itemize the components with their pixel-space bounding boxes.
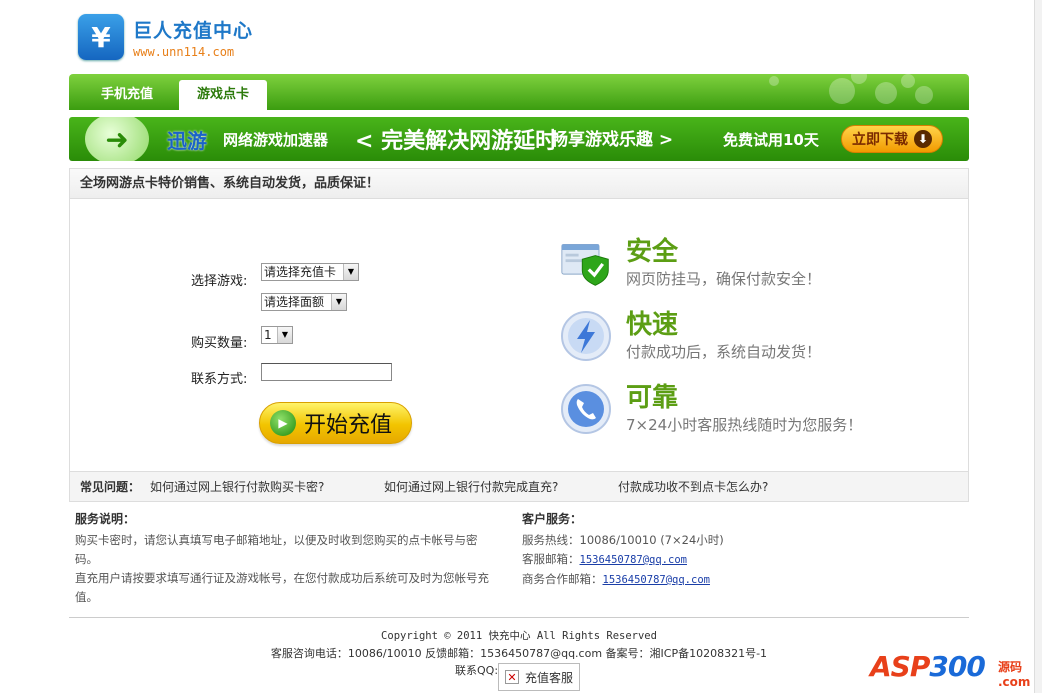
site-title: 巨人充值中心: [133, 19, 254, 42]
chevron-down-icon: ▼: [331, 294, 346, 310]
feature-fast-desc: 付款成功后，系统自动发货！: [626, 343, 822, 361]
footer-contact: 客服咨询电话：10086/10010 反馈邮箱：1536450787@qq.co…: [270, 647, 768, 660]
support-info: 客户服务： 服务热线：10086/10010 (7×24小时) 客服邮箱：153…: [522, 510, 822, 590]
recharge-panel: 全场网游点卡特价销售、系统自动发货，品质保证！ 选择游戏: 请选择充值卡 ▼ 请…: [69, 168, 969, 502]
watermark-domain: .com: [998, 675, 1031, 689]
feature-reliable-title: 可靠: [626, 383, 679, 413]
lightning-icon: [560, 310, 612, 362]
faq-link-2[interactable]: 如何通过网上银行付款完成直充?: [384, 472, 558, 502]
support-email-label: 客服邮箱：: [522, 552, 580, 566]
chevron-down-icon: ▼: [343, 264, 358, 280]
banner-brand: 迅游: [167, 129, 207, 153]
download-button[interactable]: 立即下载 ⬇: [841, 125, 943, 153]
watermark-brand-a: ASP: [870, 650, 930, 683]
watermark-sub: 源码 .com: [998, 658, 1030, 689]
service-title: 服务说明：: [75, 512, 136, 526]
feature-reliable-desc: 7×24小时客服热线随时为您服务！: [626, 416, 863, 434]
tab-game-card[interactable]: 游戏点卡: [179, 80, 267, 110]
shield-check-icon: [560, 237, 612, 289]
start-recharge-label: 开始充值: [304, 413, 393, 438]
yen-icon: ¥: [78, 14, 124, 60]
faq-title: 常见问题：: [80, 480, 141, 494]
page: ¥ 巨人充值中心 www.unn114.com 手机充值 游戏点卡 ➜ 迅游 网…: [0, 0, 1042, 693]
game-label: 选择游戏:: [191, 274, 248, 289]
banner-slogan-2: 畅享游戏乐趣 >: [551, 130, 674, 150]
feature-fast: 快速 付款成功后，系统自动发货！: [560, 310, 821, 362]
site-logo[interactable]: ¥ 巨人充值中心 www.unn114.com: [78, 14, 253, 60]
main-nav: 手机充值 游戏点卡: [69, 74, 969, 110]
play-icon: ▶: [270, 410, 296, 436]
banner-trial: 免费试用10天: [723, 131, 819, 149]
arrow-icon: ➜: [85, 117, 149, 161]
contact-input[interactable]: [261, 363, 392, 381]
watermark-logo: ASP300: [870, 650, 986, 683]
broken-image-icon: ✕: [505, 670, 519, 684]
banner-slogan-1: < 完美解决网游延时: [355, 129, 558, 154]
faq-link-1[interactable]: 如何通过网上银行付款购买卡密?: [150, 472, 324, 502]
watermark-brand-b: 300: [929, 650, 985, 683]
start-recharge-button[interactable]: ▶ 开始充值: [259, 402, 412, 444]
contact-label: 联系方式:: [191, 372, 248, 387]
chevron-down-icon: ▼: [277, 327, 292, 343]
download-arrow-icon: ⬇: [914, 130, 932, 148]
footer-divider: [69, 617, 969, 618]
ad-banner[interactable]: ➜ 迅游 网络游戏加速器 < 完美解决网游延时 畅享游戏乐趣 > 免费试用10天…: [69, 117, 969, 161]
support-title: 客户服务：: [522, 512, 583, 526]
support-biz-label: 商务合作邮箱：: [522, 572, 603, 586]
feature-safe-title: 安全: [626, 237, 679, 267]
watermark-sub-text: 源码: [998, 660, 1023, 674]
amount-select-value: 请选择面额: [264, 295, 325, 309]
feature-reliable: 可靠 7×24小时客服热线随时为您服务！: [560, 383, 862, 435]
qq-service-button[interactable]: ✕ 充值客服: [498, 663, 580, 691]
support-biz-email-link[interactable]: 1536450787@qq.com: [603, 574, 710, 586]
footer-copyright: Copyright © 2011 快充中心 All Rights Reserve…: [381, 630, 657, 642]
quantity-label: 购买数量:: [191, 336, 248, 351]
quantity-select[interactable]: 1 ▼: [261, 326, 293, 344]
qq-service-label: 充值客服: [525, 670, 574, 685]
card-select[interactable]: 请选择充值卡 ▼: [261, 263, 359, 281]
service-line-2: 直充用户请按要求填写通行证及游戏帐号，在您付款成功后系统可及时为您帐号充值。: [75, 571, 489, 604]
faq-link-3[interactable]: 付款成功收不到点卡怎么办?: [618, 472, 768, 502]
download-button-label: 立即下载: [852, 132, 908, 148]
faq-bar: 常见问题： 如何通过网上银行付款购买卡密? 如何通过网上银行付款完成直充? 付款…: [70, 471, 968, 501]
tab-mobile-recharge[interactable]: 手机充值: [83, 80, 171, 110]
footer: Copyright © 2011 快充中心 All Rights Reserve…: [69, 628, 969, 662]
support-hotline: 服务热线：10086/10010 (7×24小时): [522, 533, 724, 547]
phone-icon: [560, 383, 612, 435]
service-line-1: 购买卡密时，请您认真填写电子邮箱地址，以便及时收到您购买的点卡帐号与密码。: [75, 533, 478, 566]
vertical-scrollbar[interactable]: [1034, 0, 1042, 693]
feature-fast-title: 快速: [626, 310, 679, 340]
banner-product: 网络游戏加速器: [223, 131, 329, 149]
notice-bar: 全场网游点卡特价销售、系统自动发货，品质保证！: [70, 169, 968, 199]
support-email-link[interactable]: 1536450787@qq.com: [580, 554, 687, 566]
card-select-value: 请选择充值卡: [264, 265, 337, 279]
quantity-value: 1: [264, 328, 272, 342]
service-info: 服务说明： 购买卡密时，请您认真填写电子邮箱地址，以便及时收到您购买的点卡帐号与…: [75, 510, 495, 607]
qq-label: 联系QQ:: [455, 664, 499, 677]
site-url: www.unn114.com: [133, 44, 235, 59]
amount-select[interactable]: 请选择面额 ▼: [261, 293, 347, 311]
feature-safe-desc: 网页防挂马，确保付款安全！: [626, 270, 822, 288]
feature-safe: 安全 网页防挂马，确保付款安全！: [560, 237, 821, 289]
